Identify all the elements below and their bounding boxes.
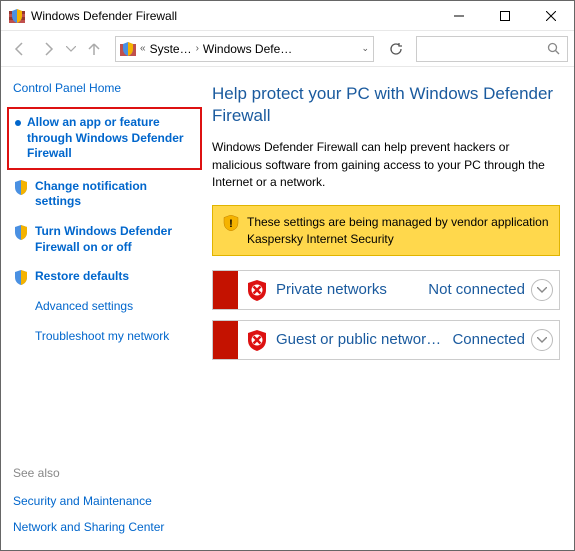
firewall-breadcrumb-icon xyxy=(120,41,136,57)
warning-banner: ! These settings are being managed by ve… xyxy=(212,205,560,255)
shield-blocked-icon xyxy=(246,329,268,351)
allow-app-label: Allow an app or feature through Windows … xyxy=(27,115,194,162)
change-notification-label: Change notification settings xyxy=(35,179,196,210)
maximize-icon xyxy=(500,11,510,21)
firewall-app-icon xyxy=(9,8,25,24)
breadcrumb[interactable]: « Syste… › Windows Defe… ⌄ xyxy=(115,36,374,62)
minimize-button[interactable] xyxy=(436,1,482,31)
troubleshoot-label: Troubleshoot my network xyxy=(35,329,169,345)
recent-dropdown[interactable] xyxy=(63,35,79,63)
main-panel: Help protect your PC with Windows Defend… xyxy=(206,67,574,550)
public-networks-row[interactable]: Guest or public networ… Connected xyxy=(212,320,560,360)
change-notification-link[interactable]: Change notification settings xyxy=(13,172,196,217)
refresh-button[interactable] xyxy=(382,36,410,62)
up-button[interactable] xyxy=(81,35,107,63)
warning-text: These settings are being managed by vend… xyxy=(247,214,549,246)
close-icon xyxy=(546,11,556,21)
search-icon xyxy=(547,42,561,56)
highlighted-link-box: Allow an app or feature through Windows … xyxy=(7,107,202,170)
public-networks-label: Guest or public networ… xyxy=(276,331,452,348)
refresh-icon xyxy=(389,42,403,56)
turn-onoff-label: Turn Windows Defender Firewall on or off xyxy=(35,224,196,255)
breadcrumb-item-system[interactable]: Syste… xyxy=(150,42,192,56)
breadcrumb-sep-icon: « xyxy=(140,43,146,54)
forward-button[interactable] xyxy=(35,35,61,63)
turn-onoff-link[interactable]: Turn Windows Defender Firewall on or off xyxy=(13,217,196,262)
back-button[interactable] xyxy=(7,35,33,63)
private-networks-label: Private networks xyxy=(276,281,428,298)
restore-defaults-label: Restore defaults xyxy=(35,269,129,285)
shield-icon xyxy=(13,224,29,240)
control-panel-home-link[interactable]: Control Panel Home xyxy=(13,81,196,105)
sidebar: Control Panel Home Allow an app or featu… xyxy=(1,67,206,550)
page-heading: Help protect your PC with Windows Defend… xyxy=(212,83,560,127)
expand-public-button[interactable] xyxy=(531,329,553,351)
chevron-down-icon[interactable]: ⌄ xyxy=(361,43,369,54)
public-networks-status: Connected xyxy=(452,331,525,348)
advanced-settings-link[interactable]: Advanced settings xyxy=(13,292,196,322)
allow-app-link[interactable]: Allow an app or feature through Windows … xyxy=(15,115,194,162)
see-also-heading: See also xyxy=(13,466,196,480)
shield-icon xyxy=(13,179,29,195)
svg-text:!: ! xyxy=(229,218,233,230)
restore-defaults-link[interactable]: Restore defaults xyxy=(13,262,196,292)
chevron-right-icon: › xyxy=(196,43,199,54)
troubleshoot-link[interactable]: Troubleshoot my network xyxy=(13,322,196,352)
breadcrumb-item-firewall[interactable]: Windows Defe… xyxy=(203,42,292,56)
arrow-up-icon xyxy=(86,41,102,57)
page-description: Windows Defender Firewall can help preve… xyxy=(212,139,560,191)
status-bar-red xyxy=(213,321,238,359)
maximize-button[interactable] xyxy=(482,1,528,31)
shield-blocked-icon xyxy=(246,279,268,301)
search-input[interactable] xyxy=(416,36,568,62)
advanced-settings-label: Advanced settings xyxy=(35,299,133,315)
bullet-icon xyxy=(15,120,21,126)
arrow-right-icon xyxy=(40,41,56,57)
private-networks-status: Not connected xyxy=(428,281,525,298)
chevron-down-icon xyxy=(537,287,547,293)
shield-icon xyxy=(13,269,29,285)
arrow-left-icon xyxy=(12,41,28,57)
window-title: Windows Defender Firewall xyxy=(31,9,436,23)
shield-warning-icon: ! xyxy=(223,215,239,231)
titlebar: Windows Defender Firewall xyxy=(1,1,574,31)
navbar: « Syste… › Windows Defe… ⌄ xyxy=(1,31,574,67)
chevron-down-icon xyxy=(537,337,547,343)
minimize-icon xyxy=(454,11,464,21)
status-bar-red xyxy=(213,271,238,309)
security-maintenance-link[interactable]: Security and Maintenance xyxy=(13,488,196,514)
expand-private-button[interactable] xyxy=(531,279,553,301)
chevron-down-icon xyxy=(66,46,76,52)
network-sharing-link[interactable]: Network and Sharing Center xyxy=(13,514,196,540)
private-networks-row[interactable]: Private networks Not connected xyxy=(212,270,560,310)
close-button[interactable] xyxy=(528,1,574,31)
